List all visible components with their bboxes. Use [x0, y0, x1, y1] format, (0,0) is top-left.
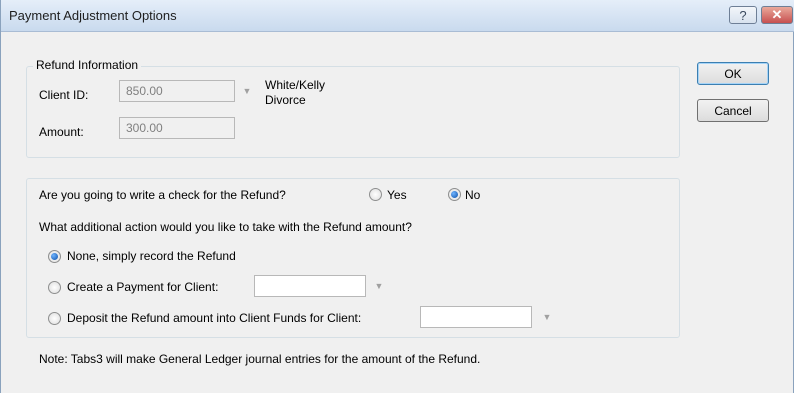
chevron-down-icon: ▼	[374, 281, 384, 291]
window-title: Payment Adjustment Options	[9, 8, 177, 23]
client-name-line2: Divorce	[265, 93, 306, 107]
yes-radio[interactable]	[369, 188, 382, 201]
payment-radio[interactable]	[48, 281, 61, 294]
ok-button[interactable]: OK	[697, 62, 769, 85]
none-radio[interactable]	[48, 250, 61, 263]
yes-label[interactable]: Yes	[387, 188, 407, 202]
client-name-line1: White/Kelly	[265, 78, 326, 92]
note-text: Note: Tabs3 will make General Ledger jou…	[39, 352, 481, 366]
refund-information-legend: Refund Information	[33, 58, 142, 72]
amount-label: Amount:	[39, 125, 84, 139]
no-radio[interactable]	[448, 188, 461, 201]
payment-client-field[interactable]	[254, 275, 366, 297]
none-option-label[interactable]: None, simply record the Refund	[67, 249, 236, 263]
amount-field[interactable]: 300.00	[119, 117, 235, 139]
deposit-option-label[interactable]: Deposit the Refund amount into Client Fu…	[67, 311, 361, 325]
help-button[interactable]: ?	[729, 6, 757, 24]
title-bar[interactable]: Payment Adjustment Options ? ✕	[1, 0, 794, 32]
deposit-radio[interactable]	[48, 312, 61, 325]
no-label[interactable]: No	[465, 188, 480, 202]
client-id-label: Client ID:	[39, 88, 89, 102]
cancel-button[interactable]: Cancel	[697, 99, 769, 122]
close-button[interactable]: ✕	[761, 6, 793, 24]
action-question: What additional action would you like to…	[39, 220, 412, 234]
deposit-client-field[interactable]	[420, 306, 532, 328]
check-question: Are you going to write a check for the R…	[39, 188, 286, 202]
deposit-client-dropdown[interactable]: ▼	[539, 306, 555, 328]
payment-client-dropdown[interactable]: ▼	[371, 275, 387, 297]
chevron-down-icon: ▼	[242, 86, 252, 96]
client-id-field[interactable]: 850.00	[119, 80, 235, 102]
payment-option-label[interactable]: Create a Payment for Client:	[67, 280, 218, 294]
dialog-window: Payment Adjustment Options ? ✕ OK Cancel…	[0, 0, 794, 393]
help-icon: ?	[739, 7, 747, 23]
chevron-down-icon: ▼	[542, 312, 552, 322]
radio-selected-dot	[451, 191, 458, 198]
close-icon: ✕	[771, 7, 783, 22]
radio-selected-dot	[51, 253, 58, 260]
client-id-dropdown[interactable]: ▼	[239, 80, 255, 102]
